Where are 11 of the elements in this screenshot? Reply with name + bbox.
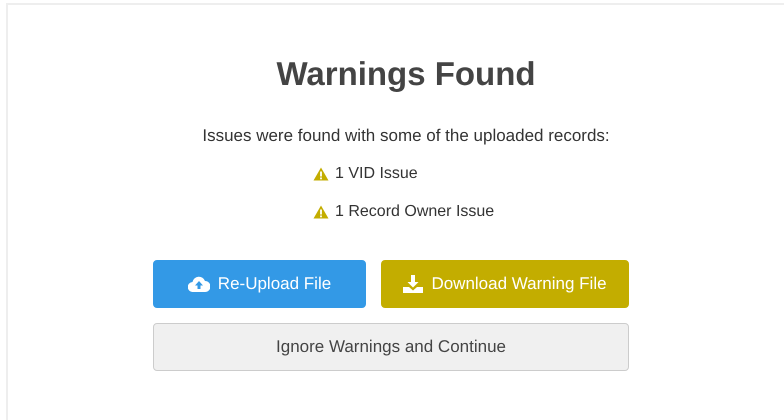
continue-button[interactable]: Ignore Warnings and Continue: [153, 323, 629, 371]
issue-text: 1 VID Issue: [335, 164, 418, 184]
upload-button[interactable]: Re-Upload File: [153, 260, 366, 308]
warning-icon: [313, 167, 329, 181]
warning-icon: [313, 205, 329, 219]
issue-text: 1 Record Owner Issue: [335, 202, 494, 222]
download-button[interactable]: Download Warning File: [381, 260, 629, 308]
message-text: Issues were found with some of the uploaded records:: [202, 124, 610, 146]
download-icon: [403, 275, 424, 293]
cloud-upload-icon: [188, 276, 210, 292]
dialog-title: Warnings Found: [276, 54, 536, 94]
